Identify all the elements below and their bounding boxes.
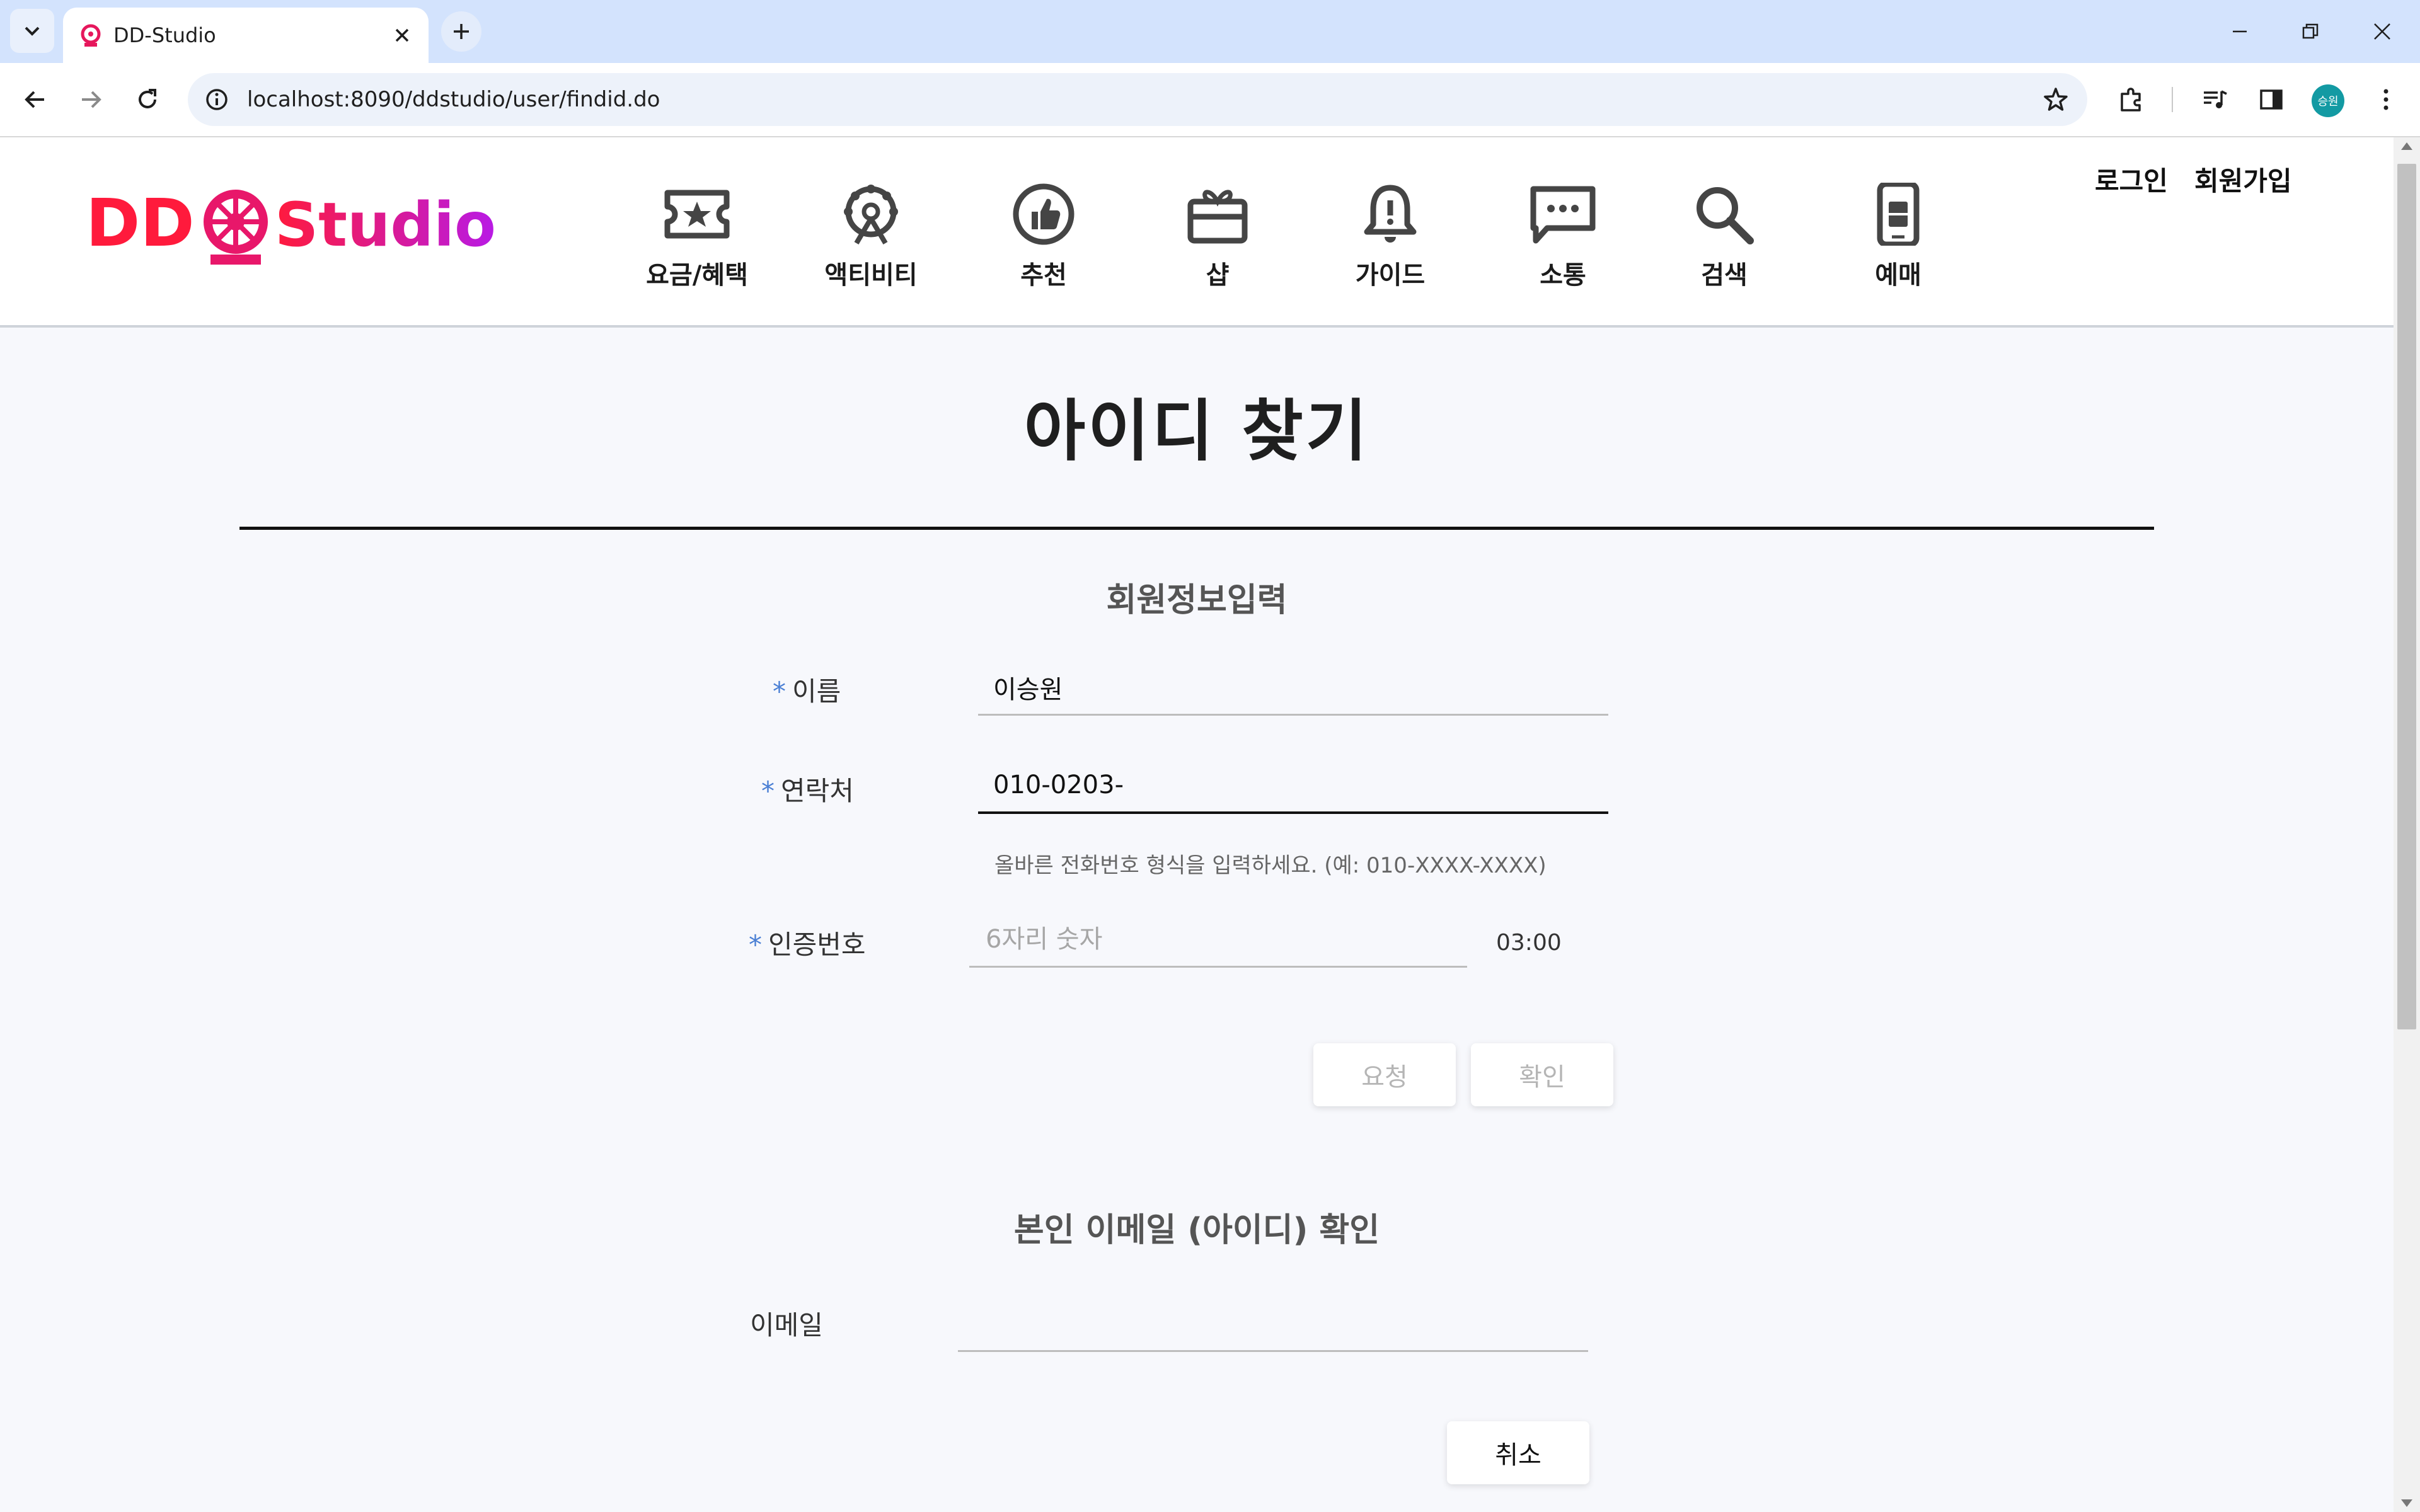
phone-ticket-icon [1877, 183, 1920, 246]
nav-label: 가이드 [1355, 261, 1426, 290]
close-icon [2374, 23, 2390, 40]
required-mark: * [749, 929, 762, 960]
minimize-button[interactable] [2208, 6, 2271, 57]
request-code-button[interactable]: 요청 [1313, 1043, 1456, 1106]
code-label-text: 인증번호 [768, 929, 866, 960]
search-icon [1697, 187, 1754, 244]
scroll-thumb[interactable] [2397, 164, 2416, 1029]
forward-button[interactable] [68, 77, 113, 122]
phone-hint: 올바른 전화번호 형식을 입력하세요. (예: 010-XXXX-XXXX) [994, 853, 1547, 878]
browser-tab-strip: DD-Studio [0, 0, 2420, 63]
page-title: 아이디 찾기 [1023, 392, 1370, 470]
profile-avatar[interactable]: 승원 [2312, 84, 2344, 117]
gift-icon [1187, 190, 1248, 244]
bookmark-star-button[interactable] [2038, 82, 2073, 117]
nav-label: 소통 [1540, 261, 1586, 290]
svg-text:Studio: Studio [275, 190, 496, 260]
site-header: DD Studio 요금/혜택 액티비티 추천 샵 가이드 소통 검색 예매 로… [0, 137, 2394, 328]
email-output [958, 1297, 1588, 1352]
dd-studio-logo[interactable]: DD Studio [86, 175, 514, 270]
scroll-up-arrow-icon[interactable] [2401, 142, 2412, 150]
close-icon [395, 28, 409, 42]
nav-item-search[interactable]: 검색 [1661, 183, 1787, 296]
page-content: DD Studio 요금/혜택 액티비티 추천 샵 가이드 소통 검색 예매 로… [0, 137, 2394, 1512]
star-icon [2044, 88, 2068, 111]
site-info-icon[interactable] [202, 84, 232, 115]
login-link[interactable]: 로그인 [2095, 160, 2168, 198]
nav-label: 추천 [1020, 261, 1067, 290]
kebab-menu-icon [2383, 89, 2388, 110]
back-button[interactable] [13, 77, 58, 122]
signup-link[interactable]: 회원가입 [2194, 160, 2292, 198]
restore-icon [2302, 23, 2319, 39]
arrow-right-icon [82, 91, 101, 108]
verification-timer: 03:00 [1496, 930, 1562, 956]
puzzle-icon [2121, 88, 2141, 112]
svg-text:DD: DD [86, 185, 195, 261]
nav-label: 예매 [1875, 261, 1922, 290]
verification-code-input[interactable] [969, 912, 1467, 968]
minimize-icon [2233, 30, 2247, 33]
close-window-button[interactable] [2351, 6, 2414, 57]
required-mark: * [773, 676, 786, 707]
tab-search-button[interactable] [10, 9, 54, 53]
browser-menu-button[interactable] [2366, 79, 2406, 120]
ferris-wheel-favicon-icon [81, 24, 101, 47]
browser-tab[interactable]: DD-Studio [63, 8, 429, 63]
phone-label-text: 연락처 [781, 776, 854, 806]
section-title-email-check: 본인 이메일 (아이디) 확인 [1013, 1211, 1380, 1249]
title-divider [239, 527, 2154, 530]
phone-input[interactable] [978, 759, 1608, 814]
info-icon [206, 89, 228, 110]
phone-label: * 연락처 [761, 770, 854, 808]
browser-toolbar: localhost:8090/ddstudio/user/findid.do [0, 63, 2420, 137]
nav-item-recommend[interactable]: 추천 [981, 183, 1107, 296]
name-input[interactable] [978, 660, 1608, 716]
side-panel-icon [2260, 89, 2283, 110]
nav-item-guide[interactable]: 가이드 [1327, 183, 1453, 296]
music-queue-icon [2204, 90, 2227, 108]
nav-item-activity[interactable]: 액티비티 [808, 183, 934, 296]
name-label: * 이름 [773, 670, 841, 709]
email-label: 이메일 [750, 1310, 823, 1341]
page-scrollbar[interactable] [2394, 137, 2420, 1512]
reload-button[interactable] [125, 77, 170, 122]
required-mark: * [761, 776, 775, 806]
side-panel-button[interactable] [2251, 79, 2291, 120]
section-title-member-info: 회원정보입력 [1106, 581, 1288, 619]
new-tab-button[interactable] [441, 11, 481, 52]
chevron-down-icon [25, 26, 40, 36]
restore-button[interactable] [2279, 6, 2342, 57]
ticket-icon [664, 190, 730, 239]
nav-item-pricing[interactable]: 요금/혜택 [634, 183, 760, 296]
nav-item-booking[interactable]: 예매 [1835, 183, 1961, 296]
cancel-button[interactable]: 취소 [1447, 1421, 1589, 1484]
bell-icon [1364, 185, 1417, 243]
thumbs-up-icon [1013, 183, 1075, 245]
toolbar-divider [2172, 87, 2173, 112]
code-label: * 인증번호 [749, 924, 866, 962]
nav-item-shop[interactable]: 샵 [1155, 183, 1281, 296]
scroll-down-arrow-icon[interactable] [2401, 1499, 2412, 1507]
url-text: localhost:8090/ddstudio/user/findid.do [247, 87, 660, 112]
extensions-button[interactable] [2111, 79, 2152, 120]
tab-title: DD-Studio [113, 23, 216, 47]
address-bar[interactable]: localhost:8090/ddstudio/user/findid.do [188, 73, 2087, 126]
ferris-wheel-icon [844, 185, 898, 245]
reload-icon [139, 89, 156, 108]
chat-icon [1530, 186, 1596, 244]
media-controls-button[interactable] [2194, 79, 2235, 120]
nav-label: 샵 [1206, 261, 1230, 290]
plus-icon [454, 24, 469, 39]
nav-label: 검색 [1701, 261, 1748, 290]
confirm-code-button[interactable]: 확인 [1471, 1043, 1613, 1106]
arrow-left-icon [25, 91, 44, 108]
nav-label: 액티비티 [824, 261, 918, 290]
nav-label: 요금/혜택 [646, 261, 748, 290]
tab-close-button[interactable] [386, 19, 418, 52]
nav-item-community[interactable]: 소통 [1500, 183, 1626, 296]
name-label-text: 이름 [792, 676, 841, 707]
